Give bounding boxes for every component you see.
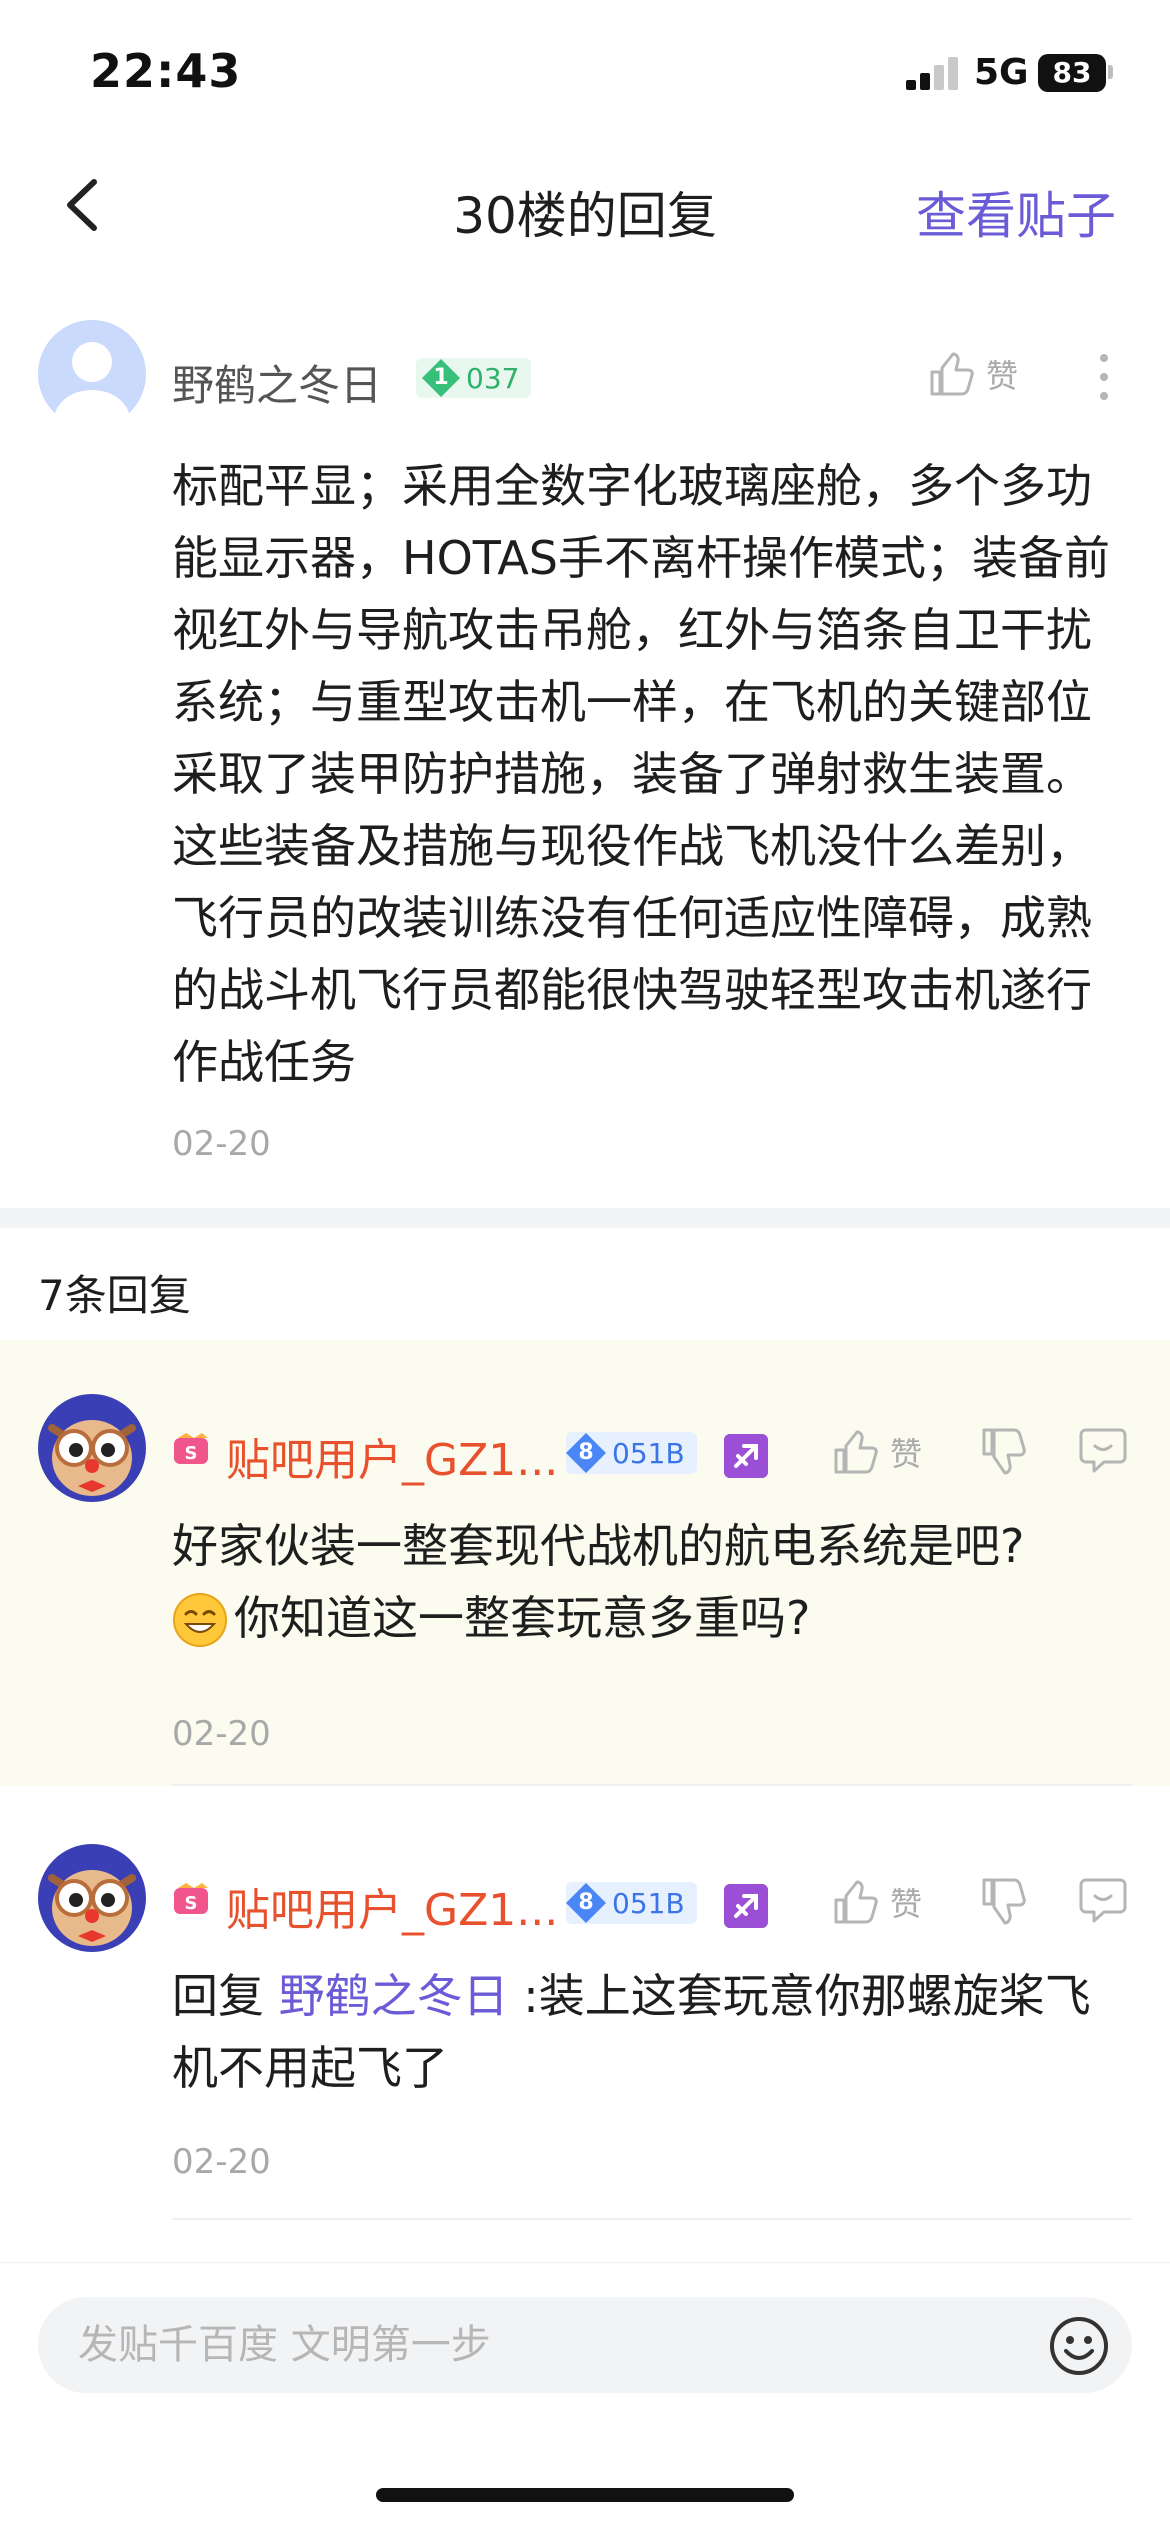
default-avatar-icon — [54, 342, 130, 428]
thumbs-down-icon[interactable] — [978, 1876, 1026, 1928]
owl-avatar[interactable] — [38, 1394, 146, 1502]
reply-count: 7条回复 — [38, 1271, 191, 1320]
reply-content: 回复 野鹤之冬日 :装上这套玩意你那螺旋桨飞机不用起飞了 — [172, 1960, 1132, 2104]
reply-prefix: 回复 — [172, 1969, 279, 2023]
level-points: 037 — [466, 361, 520, 395]
smiley-icon[interactable] — [1048, 2315, 1110, 2377]
sagittarius-badge-icon — [724, 1434, 768, 1478]
comment-icon[interactable] — [1078, 1426, 1128, 1474]
level-code: 051B — [612, 1886, 685, 1920]
sagittarius-badge-icon — [724, 1884, 768, 1928]
reply-author-name[interactable]: 贴吧用户_GZ1... — [226, 1424, 558, 1488]
like-label: 赞 — [890, 1435, 923, 1473]
tieba-vip-icon: S — [174, 1433, 208, 1464]
reply-item[interactable]: S 贴吧用户_GZ1... 8 051B 赞 好家伙装一整套现代战机的航电系统是… — [0, 1340, 1170, 1786]
reply-text-line: 你知道这一整套玩意多重吗? — [172, 1582, 1132, 1654]
reply-text: 你知道这一整套玩意多重吗? — [234, 1591, 811, 1645]
like-label: 赞 — [890, 1885, 923, 1923]
reply-author-name[interactable]: 贴吧用户_GZ1... — [226, 1874, 558, 1938]
reply-date: 02-20 — [172, 1714, 271, 1754]
level-gem-icon: 1 — [422, 359, 460, 397]
reply-divider — [172, 2218, 1132, 2220]
post-author-name[interactable]: 野鹤之冬日 — [172, 352, 382, 413]
level-gem-icon: 8 — [566, 1883, 606, 1923]
like-button[interactable]: 赞 — [926, 350, 1018, 398]
network-type: 5G — [974, 52, 1029, 93]
reply-item[interactable]: S 贴吧用户_GZ1... 8 051B 赞 回复 野鹤之冬日 :装上这套玩意你… — [0, 1790, 1170, 2220]
post-date: 02-20 — [172, 1124, 271, 1164]
reply-date: 02-20 — [172, 2142, 271, 2182]
mention-link[interactable]: 野鹤之冬日 — [279, 1969, 509, 2023]
reply-content: 好家伙装一整套现代战机的航电系统是吧? 你知道这一整套玩意多重吗? — [172, 1510, 1132, 1654]
nav-bar: 30楼的回复 查看贴子 — [0, 150, 1170, 260]
view-post-button[interactable]: 查看贴子 — [916, 176, 1116, 248]
comment-input[interactable] — [78, 2297, 978, 2393]
post-content: 标配平显；采用全数字化玻璃座舱，多个多功能显示器，HOTAS手不离杆操作模式；装… — [172, 459, 1110, 1089]
status-bar: 22:43 5G 83 — [0, 0, 1170, 140]
signal-icon — [906, 56, 958, 90]
thumbs-up-icon — [834, 1430, 878, 1474]
composer-box[interactable] — [38, 2297, 1132, 2393]
reply-divider — [172, 1784, 1132, 1786]
more-vertical-icon[interactable] — [1094, 352, 1114, 402]
like-button[interactable]: 赞 — [830, 1878, 922, 1926]
tieba-vip-icon: S — [174, 1883, 208, 1914]
level-badge: 8 051B — [566, 1882, 697, 1924]
battery-icon: 83 — [1038, 54, 1106, 92]
reply-text-line: 好家伙装一整套现代战机的航电系统是吧? — [172, 1519, 1025, 1573]
thumbs-down-icon[interactable] — [978, 1426, 1026, 1478]
home-indicator — [376, 2488, 794, 2502]
thumbs-up-icon — [834, 1880, 878, 1924]
like-button[interactable]: 赞 — [830, 1428, 922, 1476]
level-code: 051B — [612, 1436, 685, 1470]
grinning-emoji-icon — [173, 1593, 227, 1647]
status-time: 22:43 — [90, 44, 242, 98]
level-badge: 8 051B — [566, 1432, 697, 1474]
comment-icon[interactable] — [1078, 1876, 1128, 1924]
level-gem-icon: 8 — [566, 1433, 606, 1473]
battery-tip — [1108, 65, 1113, 79]
level-badge: 1 037 — [416, 358, 532, 398]
thumbs-up-icon — [930, 352, 974, 396]
like-label: 赞 — [986, 357, 1019, 395]
svg-text:S: S — [185, 1893, 198, 1914]
avatar[interactable] — [38, 320, 146, 428]
svg-text:S: S — [185, 1443, 198, 1464]
section-divider — [0, 1208, 1170, 1228]
owl-avatar[interactable] — [38, 1844, 146, 1952]
